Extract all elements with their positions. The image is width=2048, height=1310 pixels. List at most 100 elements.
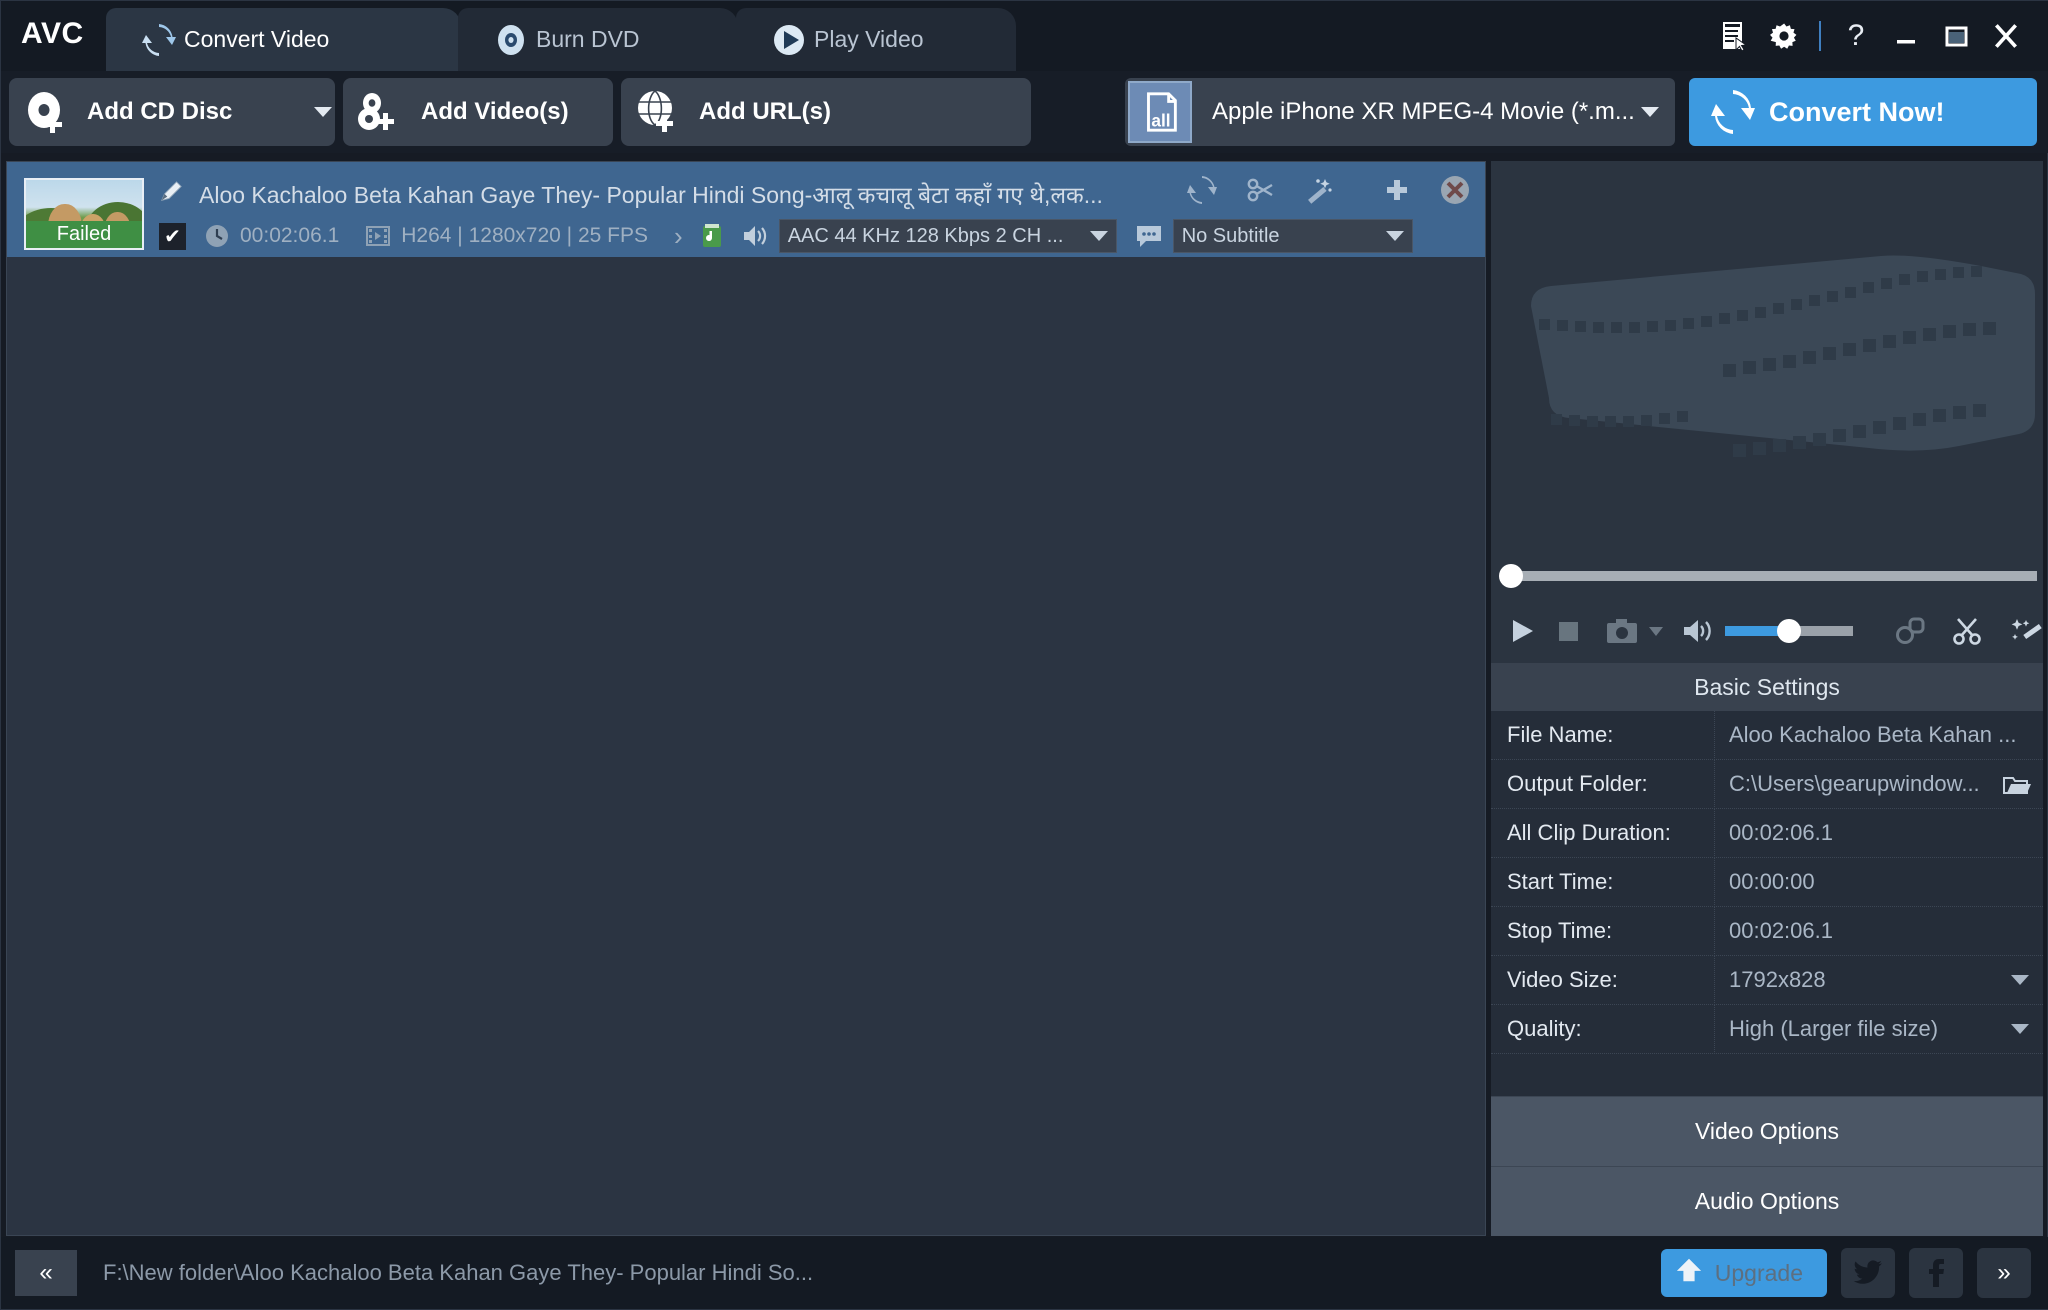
scissors-icon[interactable] [1245,175,1275,210]
globe-add-icon [635,89,681,135]
setting-row-all-clip-duration: All Clip Duration: 00:02:06.1 [1491,808,2043,858]
twitter-icon[interactable] [1841,1248,1895,1298]
setting-value[interactable]: Aloo Kachaloo Beta Kahan ... [1715,722,2043,748]
facebook-icon[interactable] [1909,1248,1963,1298]
speaker-icon [741,223,769,249]
setting-label: Video Size: [1491,955,1715,1005]
chevron-down-icon[interactable] [2011,1024,2029,1034]
upgrade-label: Upgrade [1714,1259,1803,1286]
cut-icon[interactable] [1951,616,1985,646]
rotate-icon[interactable] [1187,175,1217,210]
volume-handle[interactable] [1777,618,1801,643]
status-bar-actions: Upgrade » [1660,1248,2031,1298]
tab-convert-video[interactable]: Convert Video [106,8,461,71]
video-file-icon [365,223,391,249]
window-controls: ? [1709,1,2031,71]
effects-icon[interactable] [2009,616,2043,646]
tab-label: Play Video [814,26,924,52]
app-logo: AVC [21,17,84,50]
close-icon[interactable] [1981,11,2031,61]
subtitle-value: No Subtitle [1181,224,1280,247]
title-bar: AVC Convert Video Burn DVD Play Video ? [1,1,2048,71]
convert-icon [1711,90,1755,134]
file-meta-row: ✔ 00:02:06.1 H264 | 1280x720 | 25 FPS › … [159,218,1475,254]
merge-icon[interactable] [1893,616,1927,646]
setting-row-video-size: Video Size: 1792x828 [1491,955,2043,1005]
audio-track-value: AAC 44 KHz 128 Kbps 2 CH ... [787,224,1064,247]
help-icon[interactable]: ? [1831,11,1881,61]
setting-row-file-name: File Name: Aloo Kachaloo Beta Kahan ... [1491,710,2043,760]
file-action-icons [1187,174,1477,211]
stop-icon[interactable] [1553,616,1583,646]
file-list: Failed Aloo Kachaloo Beta Kahan Gaye The… [6,161,1486,1236]
setting-value[interactable]: 00:00:00 [1715,869,2043,895]
maximize-icon[interactable] [1931,11,1981,61]
profile-format-icon: all [1128,81,1192,143]
output-profile-selector[interactable]: all Apple iPhone XR MPEG-4 Movie (*.m... [1125,78,1675,146]
expand-panel-button[interactable]: » [1977,1248,2031,1298]
setting-value-wrap[interactable]: 1792x828 [1715,967,2043,993]
divider [1819,21,1821,51]
log-icon[interactable] [1709,11,1759,61]
setting-value: C:\Users\gearupwindow... [1729,771,1980,796]
file-title: Aloo Kachaloo Beta Kahan Gaye They- Popu… [199,182,1103,208]
upgrade-button[interactable]: Upgrade [1660,1249,1827,1297]
edit-pencil-icon[interactable] [159,180,183,209]
audio-track-select[interactable]: AAC 44 KHz 128 Kbps 2 CH ... [778,219,1117,253]
file-checkbox[interactable]: ✔ [159,222,186,250]
setting-label: Start Time: [1491,857,1715,907]
file-list-item[interactable]: Failed Aloo Kachaloo Beta Kahan Gaye The… [7,162,1485,257]
volume-slider[interactable] [1725,618,1853,643]
add-cd-disc-button[interactable]: Add CD Disc [9,78,335,146]
clock-icon [204,223,230,249]
preview-area[interactable] [1491,161,2043,554]
tab-label: Burn DVD [536,26,640,52]
chevron-down-icon[interactable] [1641,107,1659,117]
setting-value-wrap[interactable]: High (Larger file size) [1715,1016,2043,1042]
collapse-panel-button[interactable]: « [15,1250,77,1296]
subtitle-select[interactable]: No Subtitle [1172,219,1413,253]
audio-options-button[interactable]: Audio Options [1491,1166,2043,1236]
status-file-path: F:\New folder\Aloo Kachaloo Beta Kahan G… [103,1260,814,1285]
setting-value[interactable]: 00:02:06.1 [1715,918,2043,944]
file-duration: 00:02:06.1 [240,224,340,247]
magic-wand-icon[interactable] [1303,175,1333,210]
snapshot-dropdown-icon[interactable] [1647,624,1665,638]
setting-label: File Name: [1491,710,1715,760]
add-urls-button[interactable]: Add URL(s) [621,78,1638,146]
chevron-down-icon[interactable] [314,107,332,117]
setting-value-wrap[interactable]: C:\Users\gearupwindow... [1715,771,2043,797]
add-cd-disc-label: Add CD Disc [87,98,233,125]
chevron-down-icon[interactable] [2011,975,2029,985]
status-bar: « F:\New folder\Aloo Kachaloo Beta Kahan… [1,1237,2048,1309]
profile-label: Apple iPhone XR MPEG-4 Movie (*.m... [1212,98,1635,125]
player-controls [1491,598,2043,663]
setting-row-quality: Quality: High (Larger file size) [1491,1004,2043,1054]
tab-burn-dvd[interactable]: Burn DVD [458,8,738,71]
gear-icon[interactable] [1759,11,1809,61]
snapshot-icon[interactable] [1605,617,1639,645]
tab-play-video[interactable]: Play Video [736,8,1016,71]
convert-now-button[interactable]: Convert Now! [1689,78,2037,146]
add-icon[interactable] [1383,176,1411,209]
seek-bar[interactable] [1491,554,2043,598]
play-icon[interactable] [1507,616,1537,646]
svg-text:all: all [1151,110,1170,130]
folder-icon[interactable] [2003,773,2031,795]
seek-handle[interactable] [1499,564,1523,588]
setting-row-output-folder: Output Folder: C:\Users\gearupwindow... [1491,759,2043,809]
chevron-right-icon[interactable]: › [674,221,683,252]
minimize-icon[interactable] [1881,11,1931,61]
upload-arrow-icon [1675,1256,1703,1290]
add-urls-label: Add URL(s) [699,98,831,125]
file-video-info: H264 | 1280x720 | 25 FPS [401,224,649,247]
seek-track[interactable] [1505,571,2037,581]
cd-disc-add-icon [23,89,69,135]
setting-label: Output Folder: [1491,759,1715,809]
remove-icon[interactable] [1439,174,1471,211]
volume-icon[interactable] [1681,616,1715,646]
add-videos-button[interactable]: Add Video(s) [343,78,613,146]
convert-now-label: Convert Now! [1769,96,1945,127]
video-options-button[interactable]: Video Options [1491,1096,2043,1166]
setting-value: 1792x828 [1729,967,1826,992]
